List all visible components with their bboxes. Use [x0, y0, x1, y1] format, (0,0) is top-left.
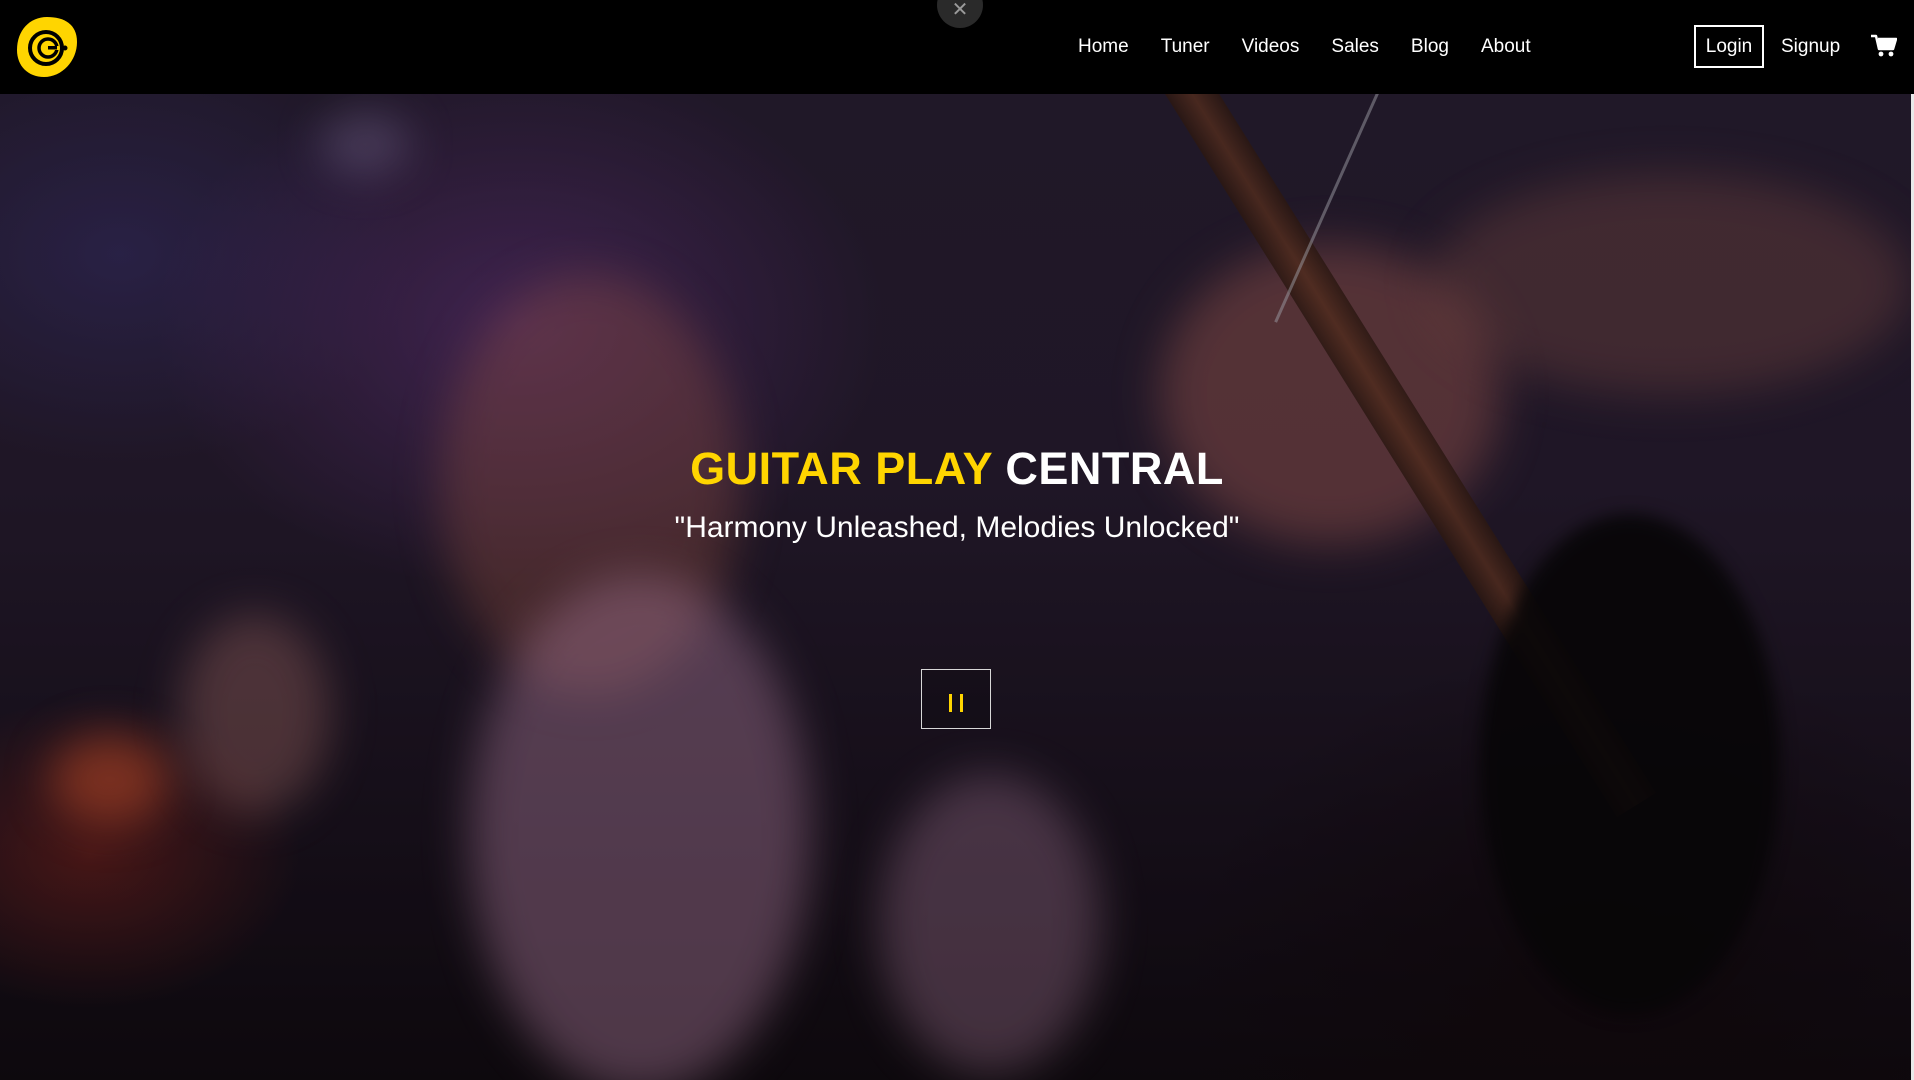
page: ✕ Home Tuner Videos Sales Blog About Log… — [0, 0, 1914, 1080]
nav-blog[interactable]: Blog — [1411, 36, 1449, 58]
main-nav: Home Tuner Videos Sales Blog About — [1078, 0, 1563, 94]
hero-tagline: "Harmony Unleashed, Melodies Unlocked" — [674, 511, 1240, 544]
nav-home[interactable]: Home — [1078, 36, 1129, 58]
nav-about[interactable]: About — [1481, 36, 1531, 58]
signup-link[interactable]: Signup — [1781, 0, 1840, 94]
login-button[interactable]: Login — [1694, 25, 1764, 68]
nav-tuner[interactable]: Tuner — [1161, 36, 1210, 58]
pause-button[interactable] — [921, 669, 991, 729]
cart-icon[interactable] — [1871, 34, 1897, 58]
hero-title-main: CENTRAL — [1005, 443, 1224, 494]
nav-videos[interactable]: Videos — [1242, 36, 1300, 58]
hero-content: GUITAR PLAY CENTRAL "Harmony Unleashed, … — [0, 440, 1914, 548]
close-icon[interactable]: ✕ — [937, 0, 983, 28]
hero-title: GUITAR PLAY CENTRAL — [0, 440, 1914, 498]
pause-icon — [945, 686, 967, 712]
nav-sales[interactable]: Sales — [1331, 36, 1379, 58]
guitar-central-logo-icon[interactable] — [14, 14, 80, 80]
hero-title-accent: GUITAR PLAY — [690, 443, 993, 494]
hero-overlay — [0, 94, 1914, 1080]
top-navbar: ✕ Home Tuner Videos Sales Blog About Log… — [0, 0, 1914, 94]
hero-background — [0, 94, 1914, 1080]
